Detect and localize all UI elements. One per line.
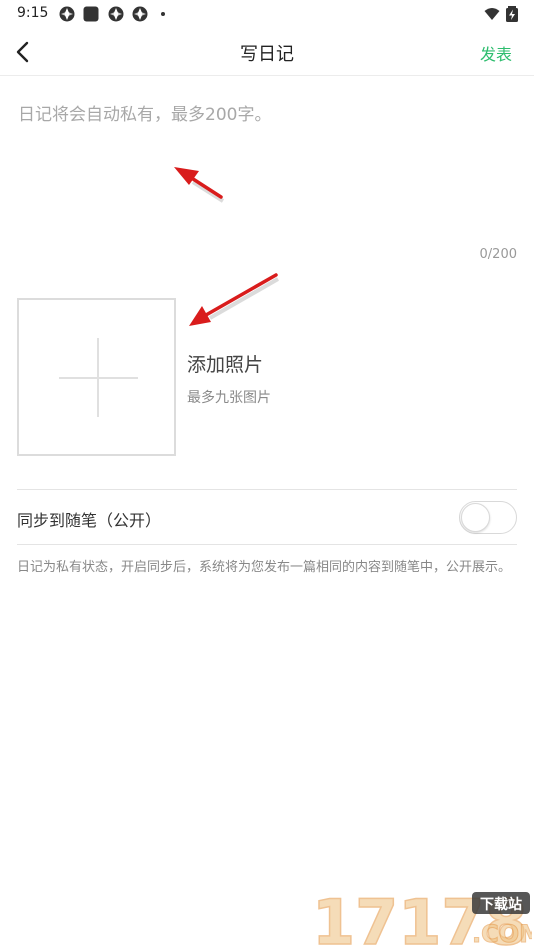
aperture-notification-icon (132, 6, 148, 22)
publish-button[interactable]: 发表 (480, 41, 512, 65)
divider (17, 544, 517, 545)
aperture-notification-icon (59, 6, 75, 22)
more-notifications-dot (161, 12, 165, 16)
page-title: 写日记 (240, 44, 294, 65)
site-watermark-logo: 17178 下载站 .COM (310, 885, 534, 950)
title-bar: 写日记 发表 (0, 28, 534, 76)
aperture-notification-icon (108, 6, 124, 22)
sync-to-essay-toggle[interactable] (459, 501, 517, 534)
battery-charging-icon (506, 6, 518, 22)
app-square-notification-icon (83, 6, 99, 22)
sync-to-essay-label: 同步到随笔（公开） (17, 511, 162, 530)
sync-explanation-text: 日记为私有状态，开启同步后，系统将为您发布一篇相同的内容到随笔中，公开展示。 (17, 560, 512, 575)
diary-content-input[interactable] (18, 100, 516, 240)
status-time: 9:15 (17, 5, 49, 21)
watermark-tag: 下载站 (480, 896, 522, 913)
add-photo-hint: 最多九张图片 (187, 390, 271, 406)
toggle-knob (461, 503, 490, 532)
add-photo-title: 添加照片 (187, 354, 264, 376)
plus-icon (97, 338, 99, 417)
wifi-icon (484, 8, 500, 20)
watermark-suffix: .COM (472, 920, 532, 948)
divider (17, 489, 517, 490)
status-bar: 9:15 (0, 0, 534, 28)
character-counter: 0/200 (479, 247, 517, 262)
annotation-arrow-icon (189, 273, 279, 326)
add-photo-button[interactable] (17, 298, 176, 456)
watermark-logo-icon: 17178 下载站 .COM (311, 885, 534, 950)
